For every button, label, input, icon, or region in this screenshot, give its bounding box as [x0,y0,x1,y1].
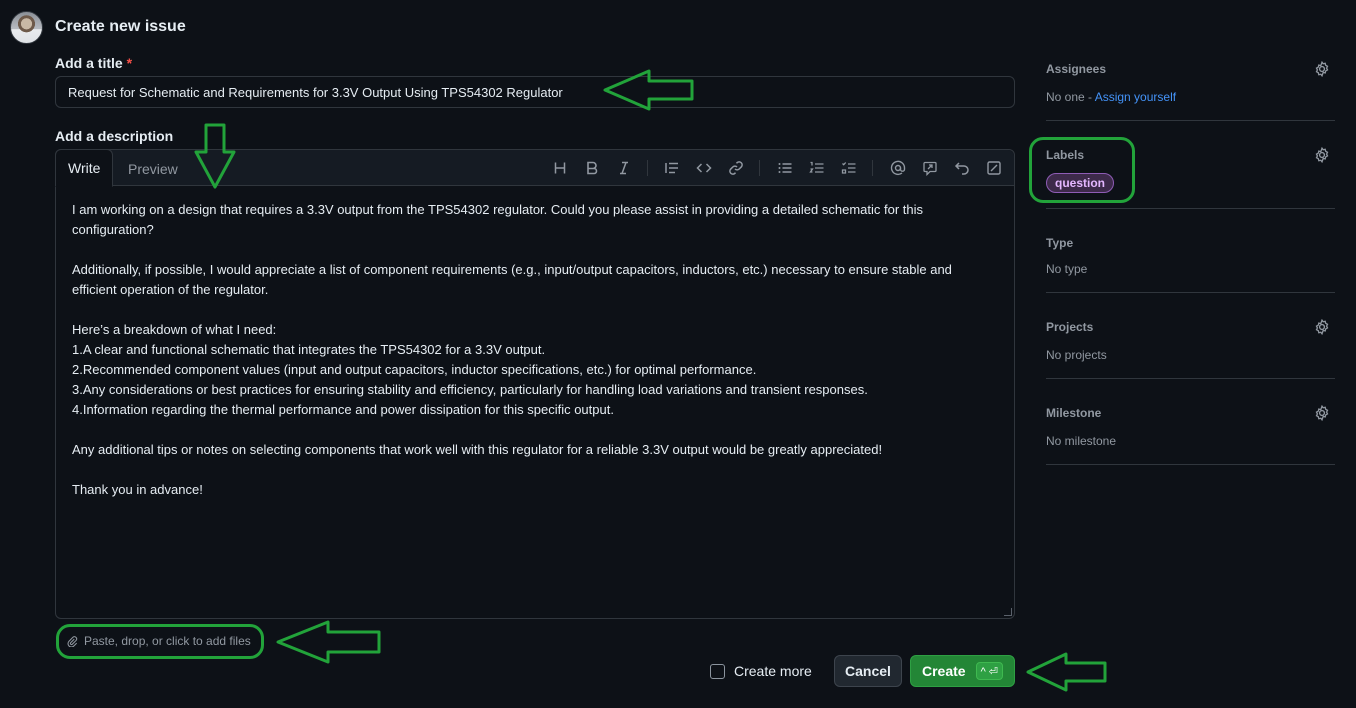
user-avatar[interactable] [10,11,43,44]
left-arrow-annotation-icon [603,69,694,111]
description-line: 4.Information regarding the thermal perf… [72,402,614,417]
type-section: Type No type [1046,209,1335,293]
projects-title: Projects [1046,320,1094,334]
labels-highlight-ring [1029,137,1135,203]
gear-icon[interactable] [1314,147,1330,163]
ordered-list-icon[interactable] [807,158,827,178]
title-input[interactable]: Request for Schematic and Requirements f… [55,76,1015,108]
title-input-value: Request for Schematic and Requirements f… [68,84,563,100]
create-more-toggle[interactable]: Create more [710,663,812,679]
description-line: 1.A clear and functional schematic that … [72,342,546,357]
description-line [72,460,998,480]
assignees-section: Assignees No one - Assign yourself [1046,50,1335,121]
title-label-text: Add a title [55,55,123,71]
toolbar-divider [647,160,648,176]
description-line: Thank you in advance! [72,482,203,497]
left-arrow-annotation-icon [1026,652,1107,692]
italic-icon[interactable] [614,158,634,178]
toolbar-divider [872,160,873,176]
resize-handle-icon[interactable] [1004,608,1012,616]
description-line: Any additional tips or notes on selectin… [72,442,883,457]
keyboard-shortcut-hint: ^ ⏎ [975,662,1004,680]
create-button[interactable]: Create ^ ⏎ [910,655,1015,687]
page-title: Create new issue [55,18,186,35]
description-label: Add a description [55,128,174,144]
cancel-button[interactable]: Cancel [834,655,902,687]
description-line [72,300,998,320]
projects-value: No projects [1046,348,1107,362]
attach-highlight-ring [56,624,264,659]
gear-icon[interactable] [1314,405,1330,421]
milestone-section: Milestone No milestone [1046,379,1335,465]
gear-icon[interactable] [1314,61,1330,77]
quote-icon[interactable] [662,158,682,178]
description-line: 3.Any considerations or best practices f… [72,382,868,397]
left-arrow-annotation-icon [276,620,381,664]
code-icon[interactable] [694,158,714,178]
gear-icon[interactable] [1314,319,1330,335]
fullscreen-icon[interactable] [984,158,1004,178]
create-button-label: Create [921,663,966,679]
assign-yourself-link[interactable]: Assign yourself [1095,90,1176,104]
description-line: I am working on a design that requires a… [72,202,924,237]
tab-preview[interactable]: Preview [116,150,190,187]
task-list-icon[interactable] [839,158,859,178]
description-textarea[interactable]: I am working on a design that requires a… [56,186,1014,514]
toolbar-divider [759,160,760,176]
heading-icon[interactable] [550,158,570,178]
create-more-label: Create more [734,663,812,679]
description-line: Here’s a breakdown of what I need: [72,322,277,337]
description-line [72,420,998,440]
description-line: Additionally, if possible, I would appre… [72,262,952,297]
milestone-value: No milestone [1046,434,1117,448]
assignees-title: Assignees [1046,62,1107,76]
type-title: Type [1046,236,1074,250]
assignees-value: No one - Assign yourself [1046,90,1176,104]
type-value: No type [1046,262,1088,276]
description-editor[interactable]: Write Preview I am working on a design t… [55,149,1015,619]
link-icon[interactable] [726,158,746,178]
description-line [72,240,998,260]
title-label: Add a title * [55,55,132,71]
required-mark: * [126,55,133,71]
tab-write[interactable]: Write [55,149,114,187]
create-more-checkbox[interactable] [710,663,725,679]
unordered-list-icon[interactable] [775,158,795,178]
projects-section: Projects No projects [1046,293,1335,379]
mention-icon[interactable] [888,158,908,178]
undo-icon[interactable] [952,158,972,178]
bold-icon[interactable] [582,158,602,178]
assignees-none-text: No one - [1046,90,1095,104]
reference-icon[interactable] [920,158,940,178]
milestone-title: Milestone [1046,406,1102,420]
down-arrow-annotation-icon [194,123,236,189]
description-line: 2.Recommended component values (input an… [72,362,757,377]
